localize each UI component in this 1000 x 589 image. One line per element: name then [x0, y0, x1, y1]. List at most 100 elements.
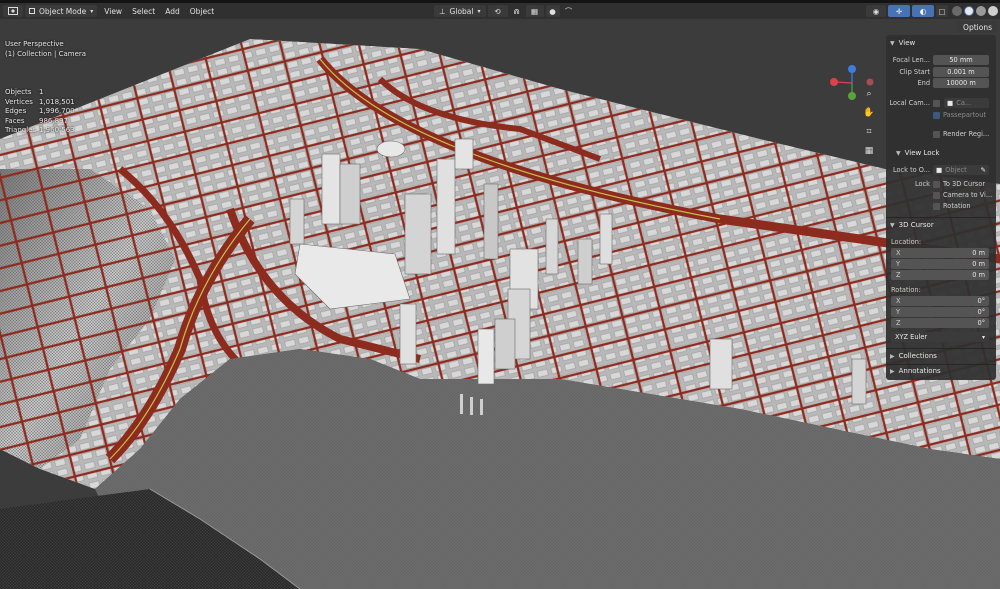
stat-label: Vertices	[5, 97, 33, 106]
axis-value: 0 m	[972, 260, 985, 268]
falloff-button[interactable]: ⌒	[562, 5, 576, 17]
proportional-edit-button[interactable]: ●	[545, 5, 560, 17]
stat-label: Objects	[5, 88, 32, 96]
section-title: 3D Cursor	[898, 221, 934, 229]
snap-toggle[interactable]: ⋒	[510, 5, 524, 17]
neg-x-axis-handle[interactable]	[866, 78, 874, 86]
camera-view-button[interactable]: ⌗	[861, 124, 877, 140]
xray-toggle[interactable]: ▢	[936, 5, 948, 17]
eyedropper-icon[interactable]: ✎	[980, 166, 986, 174]
lock-to-cursor-checkbox[interactable]	[933, 181, 940, 188]
scene-statistics: Objects 1 Vertices 1,018,501 Edges 1,996,70…	[5, 88, 75, 136]
3d-viewport[interactable]: User Perspective (1) Collection | Camera…	[0, 19, 1000, 589]
render-region-checkbox[interactable]	[933, 131, 940, 138]
clip-end-label: End	[917, 79, 930, 87]
focal-length-field[interactable]: 50 mm	[933, 55, 989, 65]
axis-label: Y	[896, 308, 901, 316]
visibility-button[interactable]: ◉	[866, 5, 886, 17]
section-title: Annotations	[898, 367, 941, 375]
solid-shading-button[interactable]	[964, 6, 974, 16]
perspective-toggle[interactable]: ▦	[861, 143, 877, 159]
menu-object[interactable]: Object	[185, 7, 219, 16]
axis-label: X	[896, 297, 901, 305]
lock-label: Lock	[914, 180, 930, 188]
local-camera-value: Ca...	[956, 99, 972, 107]
axis-value: 0°	[977, 308, 986, 316]
cursor-location-z[interactable]: Z 0 m	[891, 270, 989, 280]
magnifier-icon: ⌕	[866, 89, 872, 99]
orientation-label: Global	[449, 6, 474, 16]
lock-rotation-label: Rotation	[943, 202, 971, 210]
axis-value: 0°	[977, 319, 986, 327]
chevron-down-icon: ▾	[477, 7, 481, 15]
camera-icon: ⌗	[866, 127, 872, 137]
clip-start-label: Clip Start	[899, 68, 930, 76]
object-icon: ■	[936, 166, 943, 174]
stat-row: Triangles 1,960,563	[5, 126, 75, 136]
wireframe-shading-button[interactable]	[952, 6, 962, 16]
cursor-rotation-x[interactable]: X 0°	[891, 296, 989, 306]
chevron-down-icon: ▾	[981, 333, 985, 341]
clip-end-field[interactable]: 10000 m	[933, 78, 989, 88]
render-region-label: Render Regi...	[943, 130, 990, 138]
gizmo-toggle[interactable]: ✛	[888, 5, 910, 17]
local-camera-field[interactable]: ■ Ca...	[944, 98, 989, 108]
x-axis-handle[interactable]	[830, 78, 838, 86]
options-button[interactable]: Options	[957, 21, 998, 33]
z-axis-handle[interactable]	[848, 65, 856, 73]
lock-to-label: Lock to O...	[892, 166, 930, 174]
view-lock-header[interactable]: ▼ View Lock	[896, 149, 939, 157]
axis-label: X	[896, 249, 901, 257]
view-section-header[interactable]: ▼ View	[890, 39, 915, 47]
3d-cursor-header[interactable]: ▼ 3D Cursor	[890, 221, 934, 229]
overlay-toggle[interactable]: ◐	[912, 5, 934, 17]
cursor-location-y[interactable]: Y 0 m	[891, 259, 989, 269]
city-scene	[0, 19, 1000, 589]
stat-row: Edges 1,996,700	[5, 107, 75, 117]
menu-view[interactable]: View	[99, 7, 127, 16]
pan-button[interactable]: ✋	[861, 105, 877, 121]
chevron-right-icon: ▶	[890, 352, 895, 360]
chevron-down-icon: ▾	[90, 7, 94, 15]
collections-header[interactable]: ▶ Collections	[890, 352, 937, 360]
falloff-icon: ⌒	[564, 6, 573, 16]
proportional-icon: ●	[549, 6, 556, 16]
overlay-icon: ◐	[919, 6, 927, 16]
grid-icon: ▦	[864, 146, 874, 156]
cursor-rotation-y[interactable]: Y 0°	[891, 307, 989, 317]
lock-object-field[interactable]: ■ Object ✎	[933, 165, 989, 175]
stat-row: Vertices 1,018,501	[5, 98, 75, 108]
pivot-icon: ⟲	[494, 6, 501, 16]
transform-orientation-dropdown[interactable]: ⊥ Global ▾	[434, 5, 486, 17]
editor-type-button[interactable]	[3, 5, 23, 17]
lock-rotation-checkbox[interactable]	[933, 203, 940, 210]
camera-icon: ■	[947, 99, 954, 107]
camera-to-view-checkbox[interactable]	[933, 192, 940, 199]
stat-value: 1,018,501	[39, 97, 75, 106]
cursor-location-x[interactable]: X 0 m	[891, 248, 989, 258]
passepartout-checkbox[interactable]	[933, 112, 940, 119]
rotation-mode-dropdown[interactable]: XYZ Euler ▾	[891, 332, 989, 342]
menu-select[interactable]: Select	[127, 7, 160, 16]
section-title: View Lock	[904, 149, 940, 157]
chevron-down-icon: ▼	[890, 39, 895, 47]
menu-add[interactable]: Add	[160, 7, 185, 16]
local-camera-label: Local Cam...	[889, 99, 930, 107]
orientation-icon: ⊥	[439, 6, 446, 16]
clip-start-field[interactable]: 0.001 m	[933, 67, 989, 77]
rendered-shading-button[interactable]	[988, 6, 998, 16]
cursor-rotation-z[interactable]: Z 0°	[891, 318, 989, 328]
pivot-point-button[interactable]: ⟲	[487, 5, 508, 17]
snap-target-button[interactable]: ▦	[525, 5, 544, 17]
y-axis-handle[interactable]	[848, 92, 856, 100]
zoom-button[interactable]: ⌕	[861, 86, 877, 102]
editor-type-icon	[8, 7, 18, 15]
chevron-down-icon: ▼	[896, 149, 901, 157]
axis-label: Z	[896, 319, 901, 327]
local-camera-checkbox[interactable]	[933, 100, 940, 107]
location-label: Location:	[891, 238, 922, 246]
material-shading-button[interactable]	[976, 6, 986, 16]
rotation-mode-value: XYZ Euler	[895, 333, 928, 341]
annotations-header[interactable]: ▶ Annotations	[890, 367, 941, 375]
mode-dropdown[interactable]: Object Mode ▾	[25, 5, 98, 17]
